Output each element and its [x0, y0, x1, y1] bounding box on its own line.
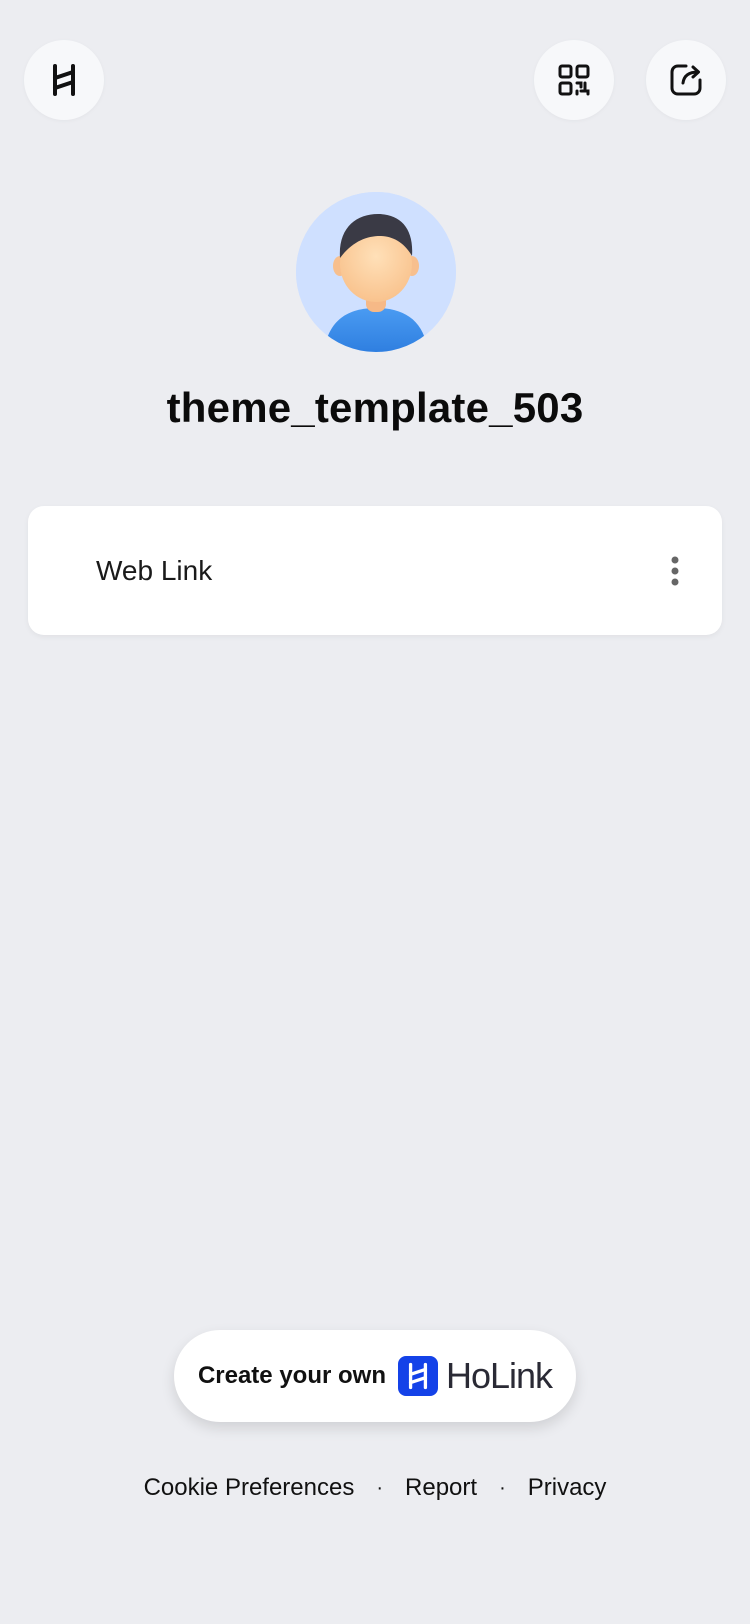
cookie-preferences-link[interactable]: Cookie Preferences [144, 1474, 355, 1502]
default-avatar [296, 192, 456, 352]
home-logo-button[interactable] [24, 40, 104, 120]
link-card-web-link[interactable]: Web Link [28, 506, 722, 635]
cta-text: Create your own [197, 1362, 386, 1389]
share-icon [670, 64, 702, 96]
qr-code-icon [558, 64, 590, 96]
privacy-link[interactable]: Privacy [528, 1474, 607, 1502]
qr-code-button[interactable] [534, 40, 614, 120]
more-vertical-icon [671, 556, 679, 585]
link-more-button[interactable] [660, 506, 690, 635]
report-link[interactable]: Report [405, 1474, 477, 1502]
footer-separator: · [376, 1476, 384, 1499]
holink-brand-icon [397, 1356, 438, 1396]
brand-name: HoLink [445, 1355, 553, 1396]
link-label: Web Link [96, 554, 213, 586]
profile-username: theme_template_503 [166, 384, 584, 431]
holink-logo-icon [53, 64, 75, 96]
create-your-own-button[interactable]: Create your own HoLink [174, 1330, 576, 1422]
footer-separator: · [499, 1476, 506, 1499]
share-button[interactable] [646, 40, 726, 120]
footer: Cookie Preferences · Report · Privacy [0, 1474, 750, 1502]
avatar [296, 192, 456, 352]
